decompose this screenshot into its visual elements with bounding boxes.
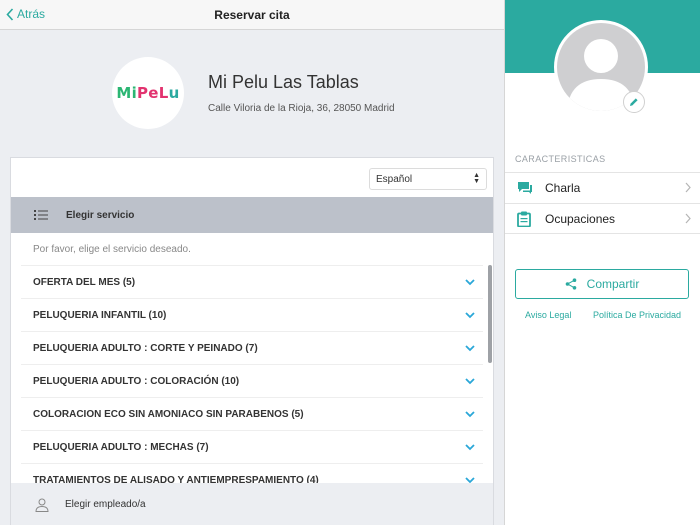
shop-info: Mi Pelu Las Tablas Calle Viloria de la R…	[208, 72, 395, 114]
list-icon	[34, 210, 48, 220]
share-label: Compartir	[586, 277, 640, 291]
shop-logo: Mi PeL u	[112, 57, 184, 129]
clipboard-icon	[517, 211, 533, 227]
scrollbar[interactable]	[488, 265, 492, 363]
service-label: OFERTA DEL MES (5)	[33, 276, 136, 288]
service-row[interactable]: PELUQUERIA INFANTIL (10)	[21, 298, 483, 331]
profile-sidebar: CARACTERISTICAS Charla Ocupaciones Compa…	[504, 0, 700, 525]
pencil-icon	[630, 98, 638, 106]
shop-name: Mi Pelu Las Tablas	[208, 72, 359, 92]
chevron-down-icon	[465, 311, 475, 318]
chat-icon	[517, 181, 533, 195]
service-label: PELUQUERIA ADULTO : COLORACIÓN (10)	[33, 375, 240, 387]
chevron-down-icon	[465, 278, 475, 285]
chevron-down-icon	[465, 377, 475, 384]
shop-header: Mi PeL u Mi Pelu Las Tablas Calle Viloria…	[112, 57, 395, 129]
menu-item-ocupaciones[interactable]: Ocupaciones	[505, 203, 700, 234]
service-hint: Por favor, elige el servicio deseado.	[33, 244, 191, 255]
chevron-down-icon	[465, 344, 475, 351]
service-row[interactable]: OFERTA DEL MES (5)	[21, 265, 483, 298]
page-title: Reservar cita	[214, 8, 290, 22]
nav-bar: Atrás Reservar cita	[0, 0, 504, 30]
section-title: CARACTERISTICAS	[515, 154, 606, 164]
person-icon	[35, 498, 49, 512]
privacy-link[interactable]: Política De Privacidad	[593, 310, 681, 320]
employee-step[interactable]: Elegir empleado/a	[11, 483, 493, 525]
service-row[interactable]: PELUQUERIA ADULTO : MECHAS (7)	[21, 430, 483, 463]
language-value: Español	[376, 173, 413, 185]
language-select[interactable]: Español ▲ ▼	[369, 168, 487, 190]
service-label: PELUQUERIA INFANTIL (10)	[33, 309, 167, 321]
service-step-label: Elegir servicio	[66, 209, 135, 221]
chevron-right-icon	[685, 182, 691, 193]
legal-link[interactable]: Aviso Legal	[525, 310, 571, 320]
chevron-down-icon	[465, 443, 475, 450]
service-row[interactable]: COLORACION ECO SIN AMONIACO SIN PARABENO…	[21, 397, 483, 430]
feature-menu: Charla Ocupaciones	[505, 172, 700, 234]
menu-item-label: Charla	[545, 181, 581, 195]
service-row[interactable]: PELUQUERIA ADULTO : COLORACIÓN (10)	[21, 364, 483, 397]
service-list: OFERTA DEL MES (5) PELUQUERIA INFANTIL (…	[21, 265, 483, 496]
menu-item-label: Ocupaciones	[545, 211, 616, 226]
shop-address: Calle Viloria de la Rioja, 36, 28050 Mad…	[208, 103, 395, 114]
service-label: COLORACION ECO SIN AMONIACO SIN PARABENO…	[33, 408, 304, 420]
booking-pane: Atrás Reservar cita Mi PeL u Mi Pelu Las …	[0, 0, 504, 525]
service-label: PELUQUERIA ADULTO : CORTE Y PEINADO (7)	[33, 342, 258, 354]
service-label: PELUQUERIA ADULTO : MECHAS (7)	[33, 441, 209, 453]
select-arrows-icon: ▲ ▼	[473, 172, 480, 185]
chevron-right-icon	[685, 213, 691, 224]
share-button[interactable]: Compartir	[515, 269, 689, 299]
edit-avatar-button[interactable]	[623, 91, 645, 113]
service-row[interactable]: PELUQUERIA ADULTO : CORTE Y PEINADO (7)	[21, 331, 483, 364]
service-step-header[interactable]: Elegir servicio	[11, 197, 493, 233]
menu-item-charla[interactable]: Charla	[505, 172, 700, 203]
share-icon	[565, 278, 576, 290]
employee-step-label: Elegir empleado/a	[65, 499, 146, 510]
booking-card: Español ▲ ▼ Elegir servicio Por favor, el…	[10, 157, 494, 525]
chevron-down-icon	[465, 410, 475, 417]
